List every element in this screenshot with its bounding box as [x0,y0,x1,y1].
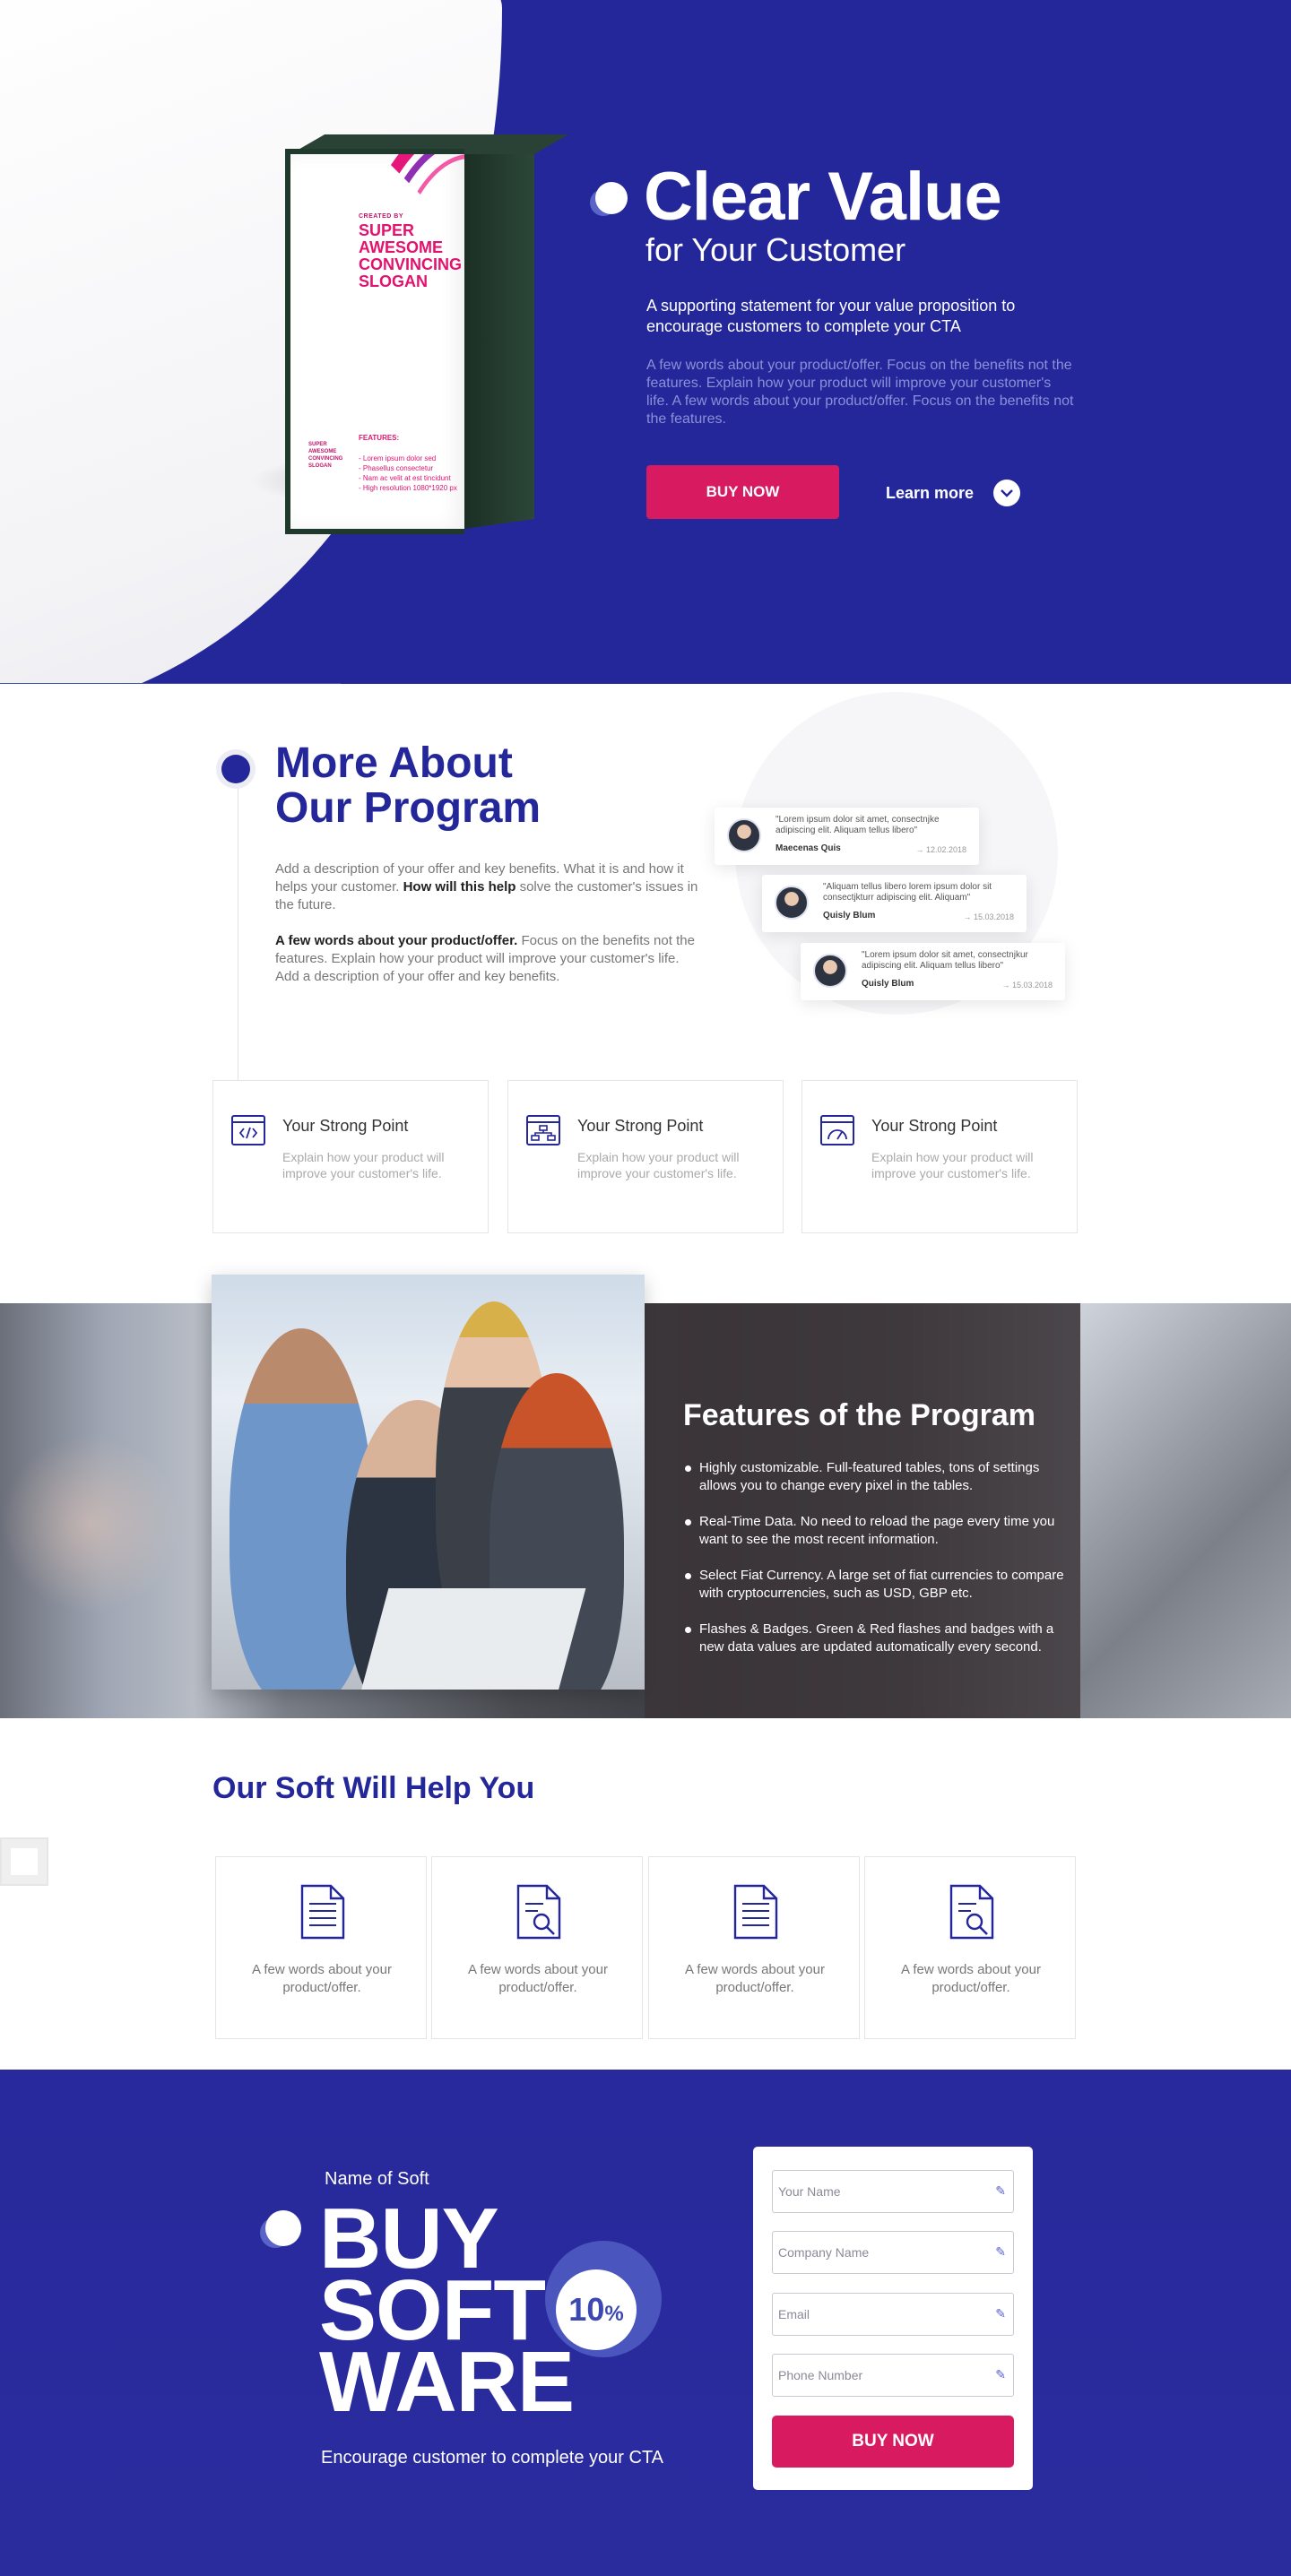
company-field[interactable] [773,2232,1013,2273]
testimonial-name: Quisly Blum [862,979,914,989]
help-card-desc: A few words about your product/offer. [468,1962,608,1995]
testimonial-date: → 12.02.2018 [915,845,966,854]
document-search-icon [949,1884,994,1940]
box-feature-item: - Lorem ipsum dolor sed [359,454,437,462]
box-side [464,143,534,529]
testimonial-name: Maecenas Quis [775,843,841,853]
cta-headline-line-3: WARE [319,2334,575,2430]
email-field[interactable] [773,2294,1013,2335]
strong-point-card: Your Strong Point Explain how your produ… [212,1080,489,1233]
name-field-wrap: ✎ [772,2170,1014,2213]
strong-point-card: Your Strong Point Explain how your produ… [801,1080,1078,1233]
document-search-icon [516,1884,561,1940]
pencil-icon: ✎ [995,2306,1006,2321]
features-title: Features of the Program [683,1398,1035,1432]
phone-field-wrap: ✎ [772,2354,1014,2397]
testimonial-date: → 15.03.2018 [963,912,1014,921]
testimonial-quote: "Aliquam tellus libero lorem ipsum dolor… [823,882,992,903]
help-card: A few words about your product/offer. [431,1856,643,2039]
discount-badge: 10% [556,2269,637,2350]
help-title: Our Soft Will Help You [212,1771,535,1805]
testimonial-card: "Aliquam tellus libero lorem ipsum dolor… [762,875,1027,932]
hero-support-text: A supporting statement for your value pr… [646,297,1016,335]
help-card: A few words about your product/offer. [648,1856,860,2039]
box-front: CREATED BY SUPER AWESOME CONVINCING SLOG… [285,149,464,534]
about-paragraph-1: Add a description of your offer and key … [275,861,698,912]
testimonial-quote: "Lorem ipsum dolor sit amet, consectnjku… [862,950,1028,971]
avatar [727,818,761,852]
chevron-down-icon[interactable] [993,480,1021,506]
form-buy-now-button[interactable]: BUY NOW [772,2416,1014,2468]
pencil-icon: ✎ [995,2183,1006,2198]
list-item: Select Fiat Currency. A large set of fia… [683,1567,1069,1603]
box-created-by: CREATED BY [359,213,403,220]
learn-more-link[interactable]: Learn more [886,478,1021,508]
testimonial-date: → 15.03.2018 [1001,981,1053,990]
features-list: Highly customizable. Full-featured table… [683,1459,1069,1674]
box-feature-item: - Nam ac velit at est tincidunt [359,474,451,482]
email-field-wrap: ✎ [772,2293,1014,2336]
features-band-left-photo [0,1434,179,1613]
about-title-light: More About [275,739,513,787]
box-feature-item: - High resolution 1080*1920 px [359,484,457,492]
strong-point-title: Your Strong Point [282,1117,409,1135]
hero-dot-decoration [590,182,628,216]
dashboard-gauge-icon [820,1115,854,1145]
order-form: ✎ ✎ ✎ ✎ BUY NOW [753,2147,1033,2490]
testimonial-quote: "Lorem ipsum dolor sit amet, consectnjke… [775,815,940,835]
list-item: Flashes & Badges. Green & Red flashes an… [683,1621,1069,1656]
about-dot-decoration [216,749,256,789]
hero-buy-now-button[interactable]: BUY NOW [646,465,839,519]
sitemap-icon [526,1115,560,1145]
box-feature-item: - Phasellus consectetur [359,464,434,472]
help-card-desc: A few words about your product/offer. [252,1962,392,1995]
avatar [775,886,809,920]
features-band-right-photo [1080,1303,1291,1718]
hero-divider [0,683,341,684]
strong-point-desc: Explain how your product will improve yo… [282,1150,445,1180]
about-paragraph-2: A few words about your product/offer. Fo… [275,933,695,984]
hero-section [0,0,1291,684]
help-card: A few words about your product/offer. [215,1856,427,2039]
strong-point-title: Your Strong Point [577,1117,704,1135]
help-card-desc: A few words about your product/offer. [685,1962,825,1995]
testimonial-name: Quisly Blum [823,911,876,921]
pencil-icon: ✎ [995,2367,1006,2382]
box-slogan: SUPER AWESOME CONVINCING SLOGAN [359,221,463,290]
cta-encourage-text: Encourage customer to complete your CTA [321,2448,664,2468]
list-item: Real-Time Data. No need to reload the pa… [683,1513,1069,1549]
phone-field[interactable] [773,2355,1013,2396]
testimonial-card: "Lorem ipsum dolor sit amet, consectnjke… [715,808,979,865]
hero-description: A few words about your product/offer. Fo… [646,358,1074,427]
list-item: Highly customizable. Full-featured table… [683,1459,1069,1495]
learn-more-label: Learn more [886,483,975,502]
strong-point-desc: Explain how your product will improve yo… [871,1150,1034,1180]
name-field[interactable] [773,2171,1013,2212]
cta-dot-decoration [260,2210,305,2250]
company-field-wrap: ✎ [772,2231,1014,2274]
side-tab-widget[interactable] [0,1837,48,1886]
strong-point-desc: Explain how your product will improve yo… [577,1150,740,1180]
cta-product-name: Name of Soft [325,2169,429,2189]
testimonial-card: "Lorem ipsum dolor sit amet, consectnjku… [801,943,1065,1000]
help-card-desc: A few words about your product/offer. [901,1962,1041,1995]
help-card: A few words about your product/offer. [864,1856,1076,2039]
box-features-label: FEATURES: [359,434,400,442]
pencil-icon: ✎ [995,2244,1006,2259]
about-title-bold: Our Program [275,784,542,832]
avatar [813,954,847,988]
box-spine-text: SUPER AWESOME CONVINCING SLOGAN [308,442,343,469]
team-photo [212,1275,645,1690]
hero-title: Clear Value [644,159,1002,235]
product-box-image: CREATED BY SUPER AWESOME CONVINCING SLOG… [249,131,569,534]
document-icon [733,1884,778,1940]
strong-point-title: Your Strong Point [871,1117,998,1135]
strong-point-card: Your Strong Point Explain how your produ… [507,1080,784,1233]
box-feature-list: - Lorem ipsum dolor sed - Phasellus cons… [359,454,457,493]
document-icon [300,1884,345,1940]
code-window-icon [231,1115,265,1145]
hero-subtitle: for Your Customer [646,231,906,268]
